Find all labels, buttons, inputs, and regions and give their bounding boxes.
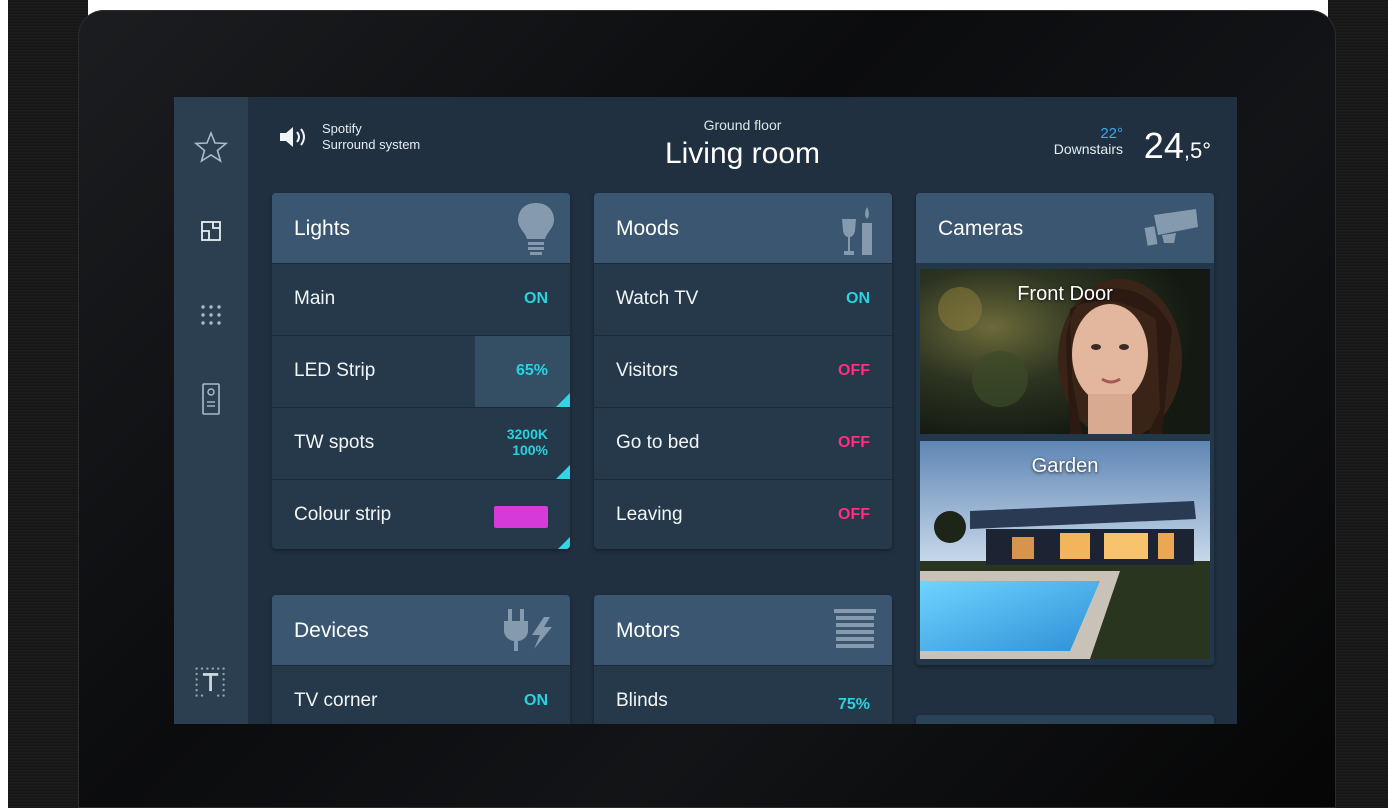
temperature-zone: Downstairs — [1053, 141, 1123, 157]
mood-label: Go to bed — [616, 432, 700, 453]
lights-card: Lights Main ON LED Strip 65% TW spots 32… — [272, 193, 570, 549]
brand-logo-icon[interactable] — [193, 665, 229, 701]
lights-card-header[interactable]: Lights — [272, 193, 570, 263]
wine-candle-icon — [842, 207, 872, 255]
colour-swatch[interactable] — [494, 506, 548, 528]
floorplan-icon[interactable] — [193, 213, 229, 249]
lightbulb-icon — [518, 203, 554, 255]
light-label: TW spots — [294, 432, 375, 453]
intercom-icon[interactable] — [193, 381, 229, 417]
temperature-setpoint: 22° — [1100, 125, 1123, 142]
apps-grid-icon[interactable] — [193, 297, 229, 333]
top-bar: Spotify Surround system Ground floor Liv… — [248, 97, 1237, 189]
mood-label: Watch TV — [616, 288, 699, 309]
mood-state: OFF — [838, 506, 870, 523]
expand-corner-icon[interactable] — [556, 537, 570, 549]
motor-label: Blinds — [616, 690, 668, 711]
device-row-tv-corner[interactable]: TV corner ON — [272, 665, 570, 724]
brushed-metal-left — [8, 0, 88, 808]
temperature-value: 24,5° — [1144, 125, 1211, 167]
light-row-tw-spots[interactable]: TW spots 3200K 100% — [272, 407, 570, 479]
temperature-widget[interactable]: 22° Downstairs 24,5° — [1054, 125, 1211, 167]
favorites-star-icon[interactable] — [193, 129, 229, 165]
cameras-title: Cameras — [938, 217, 1024, 240]
sidebar — [174, 97, 248, 724]
camera-feed-garden[interactable]: Garden — [920, 441, 1210, 659]
mood-row-go-to-bed[interactable]: Go to bed OFF — [594, 407, 892, 479]
cameras-card-header[interactable]: Cameras — [916, 193, 1214, 263]
cameras-card: Cameras Front Door Garden — [916, 193, 1214, 665]
temperature-decimal: ,5° — [1183, 138, 1211, 163]
light-level: 100% — [512, 442, 548, 458]
device-label: TV corner — [294, 690, 378, 711]
brushed-metal-right — [1328, 0, 1388, 808]
temperature-integer: 24 — [1143, 125, 1184, 166]
expand-corner-icon[interactable] — [556, 393, 570, 407]
mood-row-visitors[interactable]: Visitors OFF — [594, 335, 892, 407]
expand-corner-icon[interactable] — [556, 465, 570, 479]
light-row-colour-strip[interactable]: Colour strip — [272, 479, 570, 549]
mood-row-leaving[interactable]: Leaving OFF — [594, 479, 892, 549]
motor-row-blinds[interactable]: Blinds 75% — [594, 665, 892, 724]
light-label: LED Strip — [294, 360, 376, 381]
light-tw-values: 3200K 100% — [507, 426, 548, 458]
mood-row-watch-tv[interactable]: Watch TV ON — [594, 263, 892, 335]
security-camera-icon — [1144, 209, 1198, 246]
camera-label: Garden — [1031, 455, 1099, 477]
touch-screen: Spotify Surround system Ground floor Liv… — [174, 97, 1237, 724]
mood-label: Visitors — [616, 360, 678, 381]
light-label: Main — [294, 288, 336, 309]
light-row-main[interactable]: Main ON — [272, 263, 570, 335]
moods-card: Moods Watch TV ON Visitors OFF Go to bed… — [594, 193, 892, 549]
light-row-led-strip[interactable]: LED Strip 65% — [272, 335, 570, 407]
devices-card-header[interactable]: Devices — [272, 595, 570, 665]
extra-card-partial — [916, 715, 1214, 724]
moods-title: Moods — [616, 217, 680, 240]
main-area: Spotify Surround system Ground floor Liv… — [248, 97, 1237, 724]
motor-position: 75% — [837, 696, 870, 713]
devices-card: Devices TV corner ON — [272, 595, 570, 724]
light-level: 65% — [515, 362, 548, 379]
mood-label: Leaving — [616, 504, 683, 525]
light-label: Colour strip — [294, 504, 392, 525]
camera-feed-front-door[interactable]: Front Door — [920, 269, 1210, 434]
plug-icon — [504, 609, 552, 651]
floor-label: Ground floor — [703, 117, 782, 133]
moods-card-header[interactable]: Moods — [594, 193, 892, 263]
devices-title: Devices — [294, 619, 369, 642]
light-colour-temp: 3200K — [506, 426, 548, 442]
mood-state: OFF — [838, 362, 870, 379]
light-state: ON — [524, 290, 548, 307]
mood-state: OFF — [838, 434, 870, 451]
device-state: ON — [524, 692, 548, 709]
mood-state: ON — [846, 290, 870, 307]
motors-title: Motors — [616, 619, 681, 642]
blinds-icon — [834, 609, 876, 648]
motors-card: Motors Blinds 75% — [594, 595, 892, 724]
lights-title: Lights — [294, 217, 351, 240]
camera-label: Front Door — [1017, 283, 1113, 305]
motors-card-header[interactable]: Motors — [594, 595, 892, 665]
